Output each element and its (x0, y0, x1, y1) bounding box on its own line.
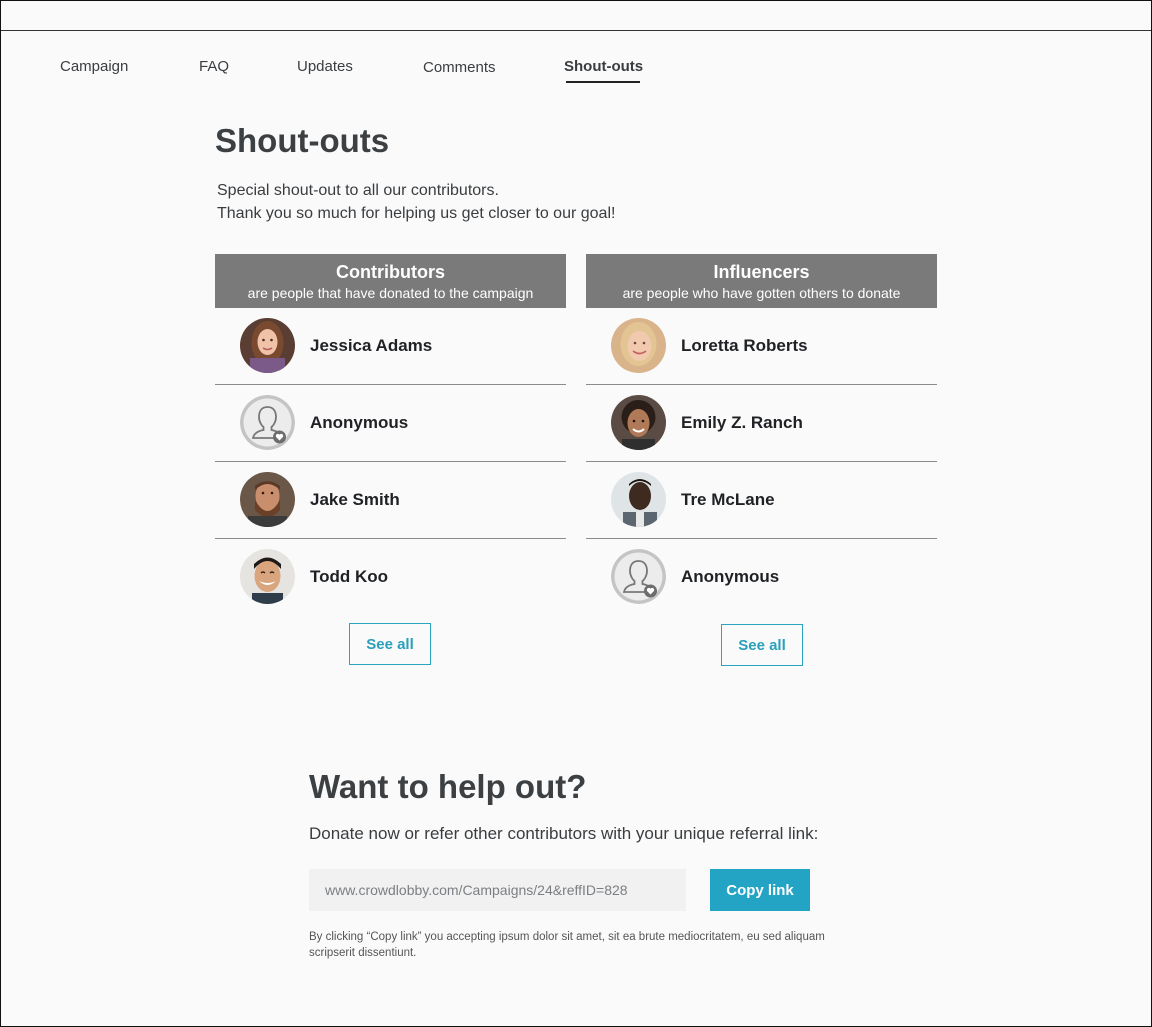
intro-text: Special shout-out to all our contributor… (217, 179, 615, 225)
contributor-row: Jessica Adams (215, 308, 566, 385)
intro-line-2: Thank you so much for helping us get clo… (217, 205, 616, 222)
help-title: Want to help out? (309, 768, 587, 805)
help-subtitle: Donate now or refer other contributors w… (309, 824, 819, 843)
tab-comments[interactable]: Comments (423, 59, 496, 76)
contributor-name: Todd Koo (310, 567, 389, 586)
tab-campaign[interactable]: Campaign (60, 58, 128, 75)
influencers-title: Influencers (713, 262, 810, 282)
contributors-title: Contributors (336, 262, 445, 282)
contributors-header: Contributors are people that have donate… (215, 254, 566, 308)
anonymous-icon (611, 549, 666, 604)
disclaimer-text: By clicking “Copy link” you accepting ip… (309, 931, 825, 959)
influencer-name: Loretta Roberts (681, 336, 808, 355)
avatar-tre-mclane (611, 472, 666, 527)
anonymous-icon (240, 395, 295, 450)
influencer-name: Emily Z. Ranch (681, 413, 803, 432)
contributors-see-all-button[interactable]: See all (349, 623, 431, 665)
avatar-jessica-adams (240, 318, 295, 373)
influencers-header: Influencers are people who have gotten o… (586, 254, 937, 308)
influencers-see-all-button[interactable]: See all (721, 624, 803, 666)
contributor-name: Jessica Adams (310, 336, 433, 355)
copy-link-button[interactable]: Copy link (710, 869, 810, 911)
influencer-row: Emily Z. Ranch (586, 385, 937, 462)
contributor-name: Jake Smith (310, 490, 400, 509)
influencers-subtitle: are people who have gotten others to don… (622, 285, 901, 301)
avatar-emily-z-ranch (611, 395, 666, 450)
influencer-row: Anonymous (586, 539, 937, 615)
contributor-row: Todd Koo (215, 539, 566, 615)
influencer-row: Tre McLane (586, 462, 937, 539)
contributor-row: Anonymous (215, 385, 566, 462)
intro-line-1: Special shout-out to all our contributor… (217, 182, 499, 199)
contributors-column: Contributors are people that have donate… (215, 254, 566, 615)
influencer-row: Loretta Roberts (586, 308, 937, 385)
tab-faq[interactable]: FAQ (199, 58, 229, 75)
avatar-todd-koo (240, 549, 295, 604)
page-title: Shout-outs (215, 122, 390, 159)
referral-link-input[interactable] (309, 869, 686, 911)
tab-updates[interactable]: Updates (297, 58, 353, 75)
influencer-name: Tre McLane (681, 490, 775, 509)
influencers-column: Influencers are people who have gotten o… (586, 254, 937, 615)
avatar-jake-smith (240, 472, 295, 527)
contributor-name: Anonymous (310, 413, 409, 432)
contributors-subtitle: are people that have donated to the camp… (247, 285, 534, 301)
contributor-row: Jake Smith (215, 462, 566, 539)
influencer-name: Anonymous (681, 567, 780, 586)
active-tab-indicator (566, 81, 640, 83)
avatar-loretta-roberts (611, 318, 666, 373)
top-bar (1, 1, 1151, 31)
tab-shout-outs[interactable]: Shout-outs (564, 58, 643, 75)
